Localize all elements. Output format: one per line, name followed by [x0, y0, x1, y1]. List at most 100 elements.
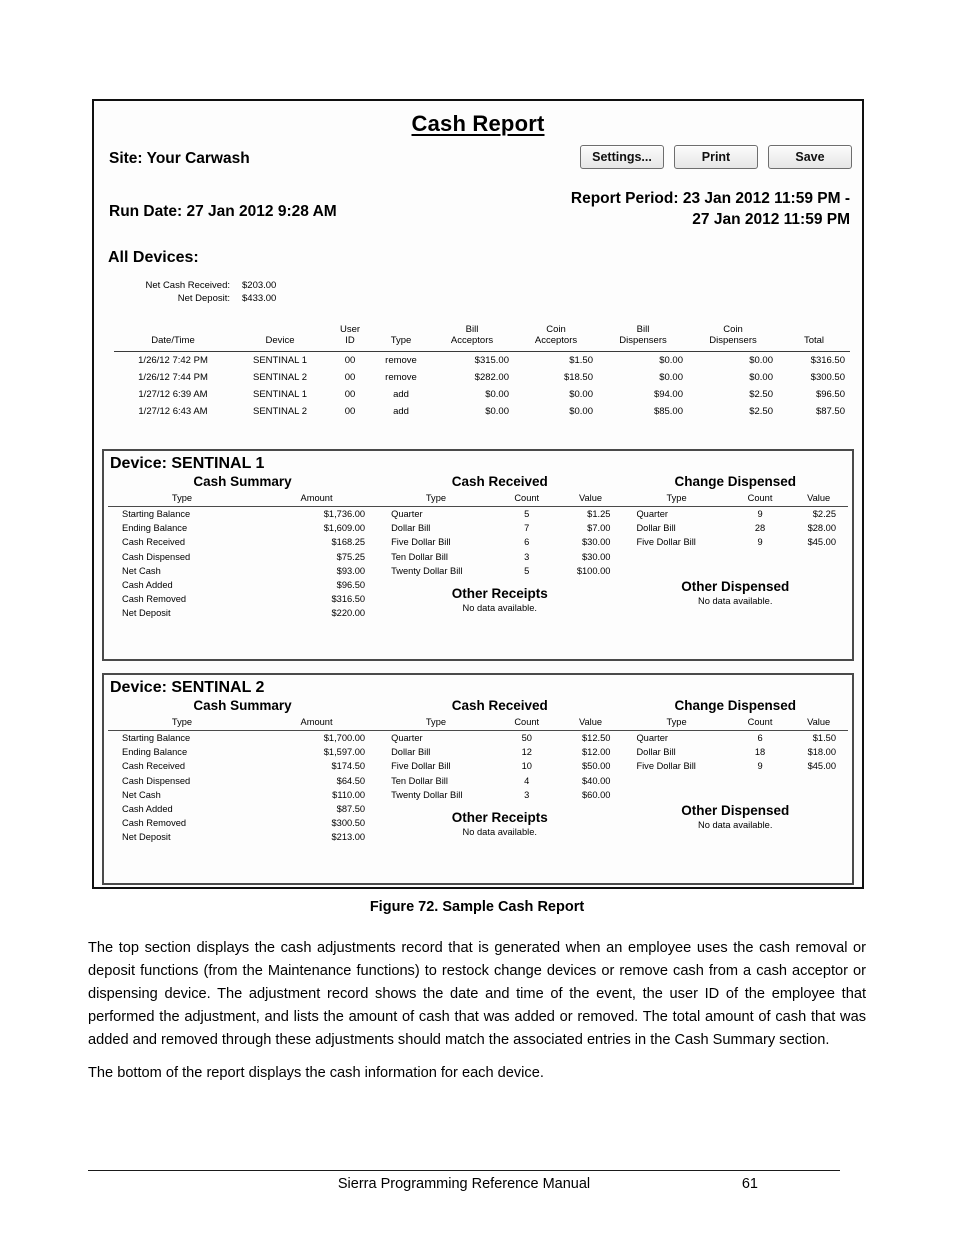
col-bill-dispensers-line2: Dispensers — [619, 334, 667, 346]
other-dispensed-heading: Other Dispensed — [681, 802, 790, 818]
received-value: $30.00 — [582, 537, 611, 548]
adjustment-bill-dispensers: $85.00 — [653, 405, 683, 417]
change-dispensed-col-type: Type — [622, 716, 731, 731]
table-row: Ten Dollar Bill 4 $40.00 — [377, 774, 622, 788]
adjustment-coin-dispensers: $2.50 — [749, 405, 773, 417]
cash-received-column: Cash Received Type Count Value Quarter 5 $… — [377, 474, 623, 621]
save-button[interactable]: Save — [768, 145, 852, 169]
report-period-line2: 27 Jan 2012 11:59 PM — [692, 210, 850, 228]
dispensed-count: 9 — [757, 537, 763, 548]
net-summary-body: Net Cash Received: $203.00 Net Deposit: … — [110, 279, 312, 305]
all-devices-heading: All Devices: — [108, 249, 199, 266]
print-button[interactable]: Print — [674, 145, 758, 169]
change-dispensed-col-type: Type — [622, 492, 731, 507]
cash-summary-col-type: Type — [108, 492, 256, 507]
other-dispensed-note: No data available. — [698, 595, 773, 606]
adjustment-coin-acceptors: $0.00 — [569, 388, 593, 400]
table-row: Cash Received $168.25 — [108, 535, 377, 549]
col-bill-dispensers: Bill Dispensers — [598, 323, 688, 352]
received-type: Dollar Bill — [391, 747, 431, 758]
received-value: $7.00 — [587, 523, 611, 534]
change-dispensed-column: Change Dispensed Type Count Value Quarte… — [622, 474, 848, 621]
footer-divider — [88, 1170, 840, 1171]
received-value: $50.00 — [582, 761, 611, 772]
adjustment-datetime: 1/26/12 7:42 PM — [138, 354, 208, 366]
change-dispensed-col-value: Value — [789, 716, 848, 731]
body-paragraph-2: The bottom of the report displays the ca… — [88, 1064, 544, 1081]
adjustment-bill-dispensers: $0.00 — [659, 354, 683, 366]
net-cash-received-value: $203.00 — [242, 280, 277, 291]
net-summary: Net Cash Received: $203.00 Net Deposit: … — [110, 279, 312, 305]
cash-summary-type: Starting Balance — [122, 733, 191, 744]
received-type: Ten Dollar Bill — [391, 551, 448, 562]
run-date: Run Date: 27 Jan 2012 9:28 AM — [109, 203, 337, 220]
cash-received-col-count: Count — [494, 492, 559, 507]
adjustments-table: Date/Time Device User ID Type Bill Accep… — [114, 323, 850, 420]
net-summary-row: Net Deposit: $433.00 — [110, 292, 312, 305]
col-bill-acceptors-line1: Bill — [465, 324, 479, 335]
change-dispensed-col-count: Count — [730, 716, 790, 731]
cash-summary-amount: $300.50 — [331, 818, 366, 829]
cash-received-heading: Cash Received — [451, 698, 548, 713]
adjustment-coin-acceptors: $18.50 — [563, 371, 593, 383]
adjustment-bill-dispensers: $0.00 — [659, 371, 683, 383]
table-row: 1/27/12 6:43 AM SENTINAL 2 00 add $0.00 $0.00… — [114, 403, 850, 420]
col-coin-dispensers-line1: Coin — [723, 324, 743, 335]
col-user-id-line1: User — [339, 324, 361, 335]
received-count: 3 — [524, 789, 530, 800]
adjustment-datetime: 1/27/12 6:43 AM — [138, 405, 208, 417]
cash-summary-body: Starting Balance $1,736.00 Ending Balance $… — [108, 507, 377, 621]
cash-summary-amount: $168.25 — [331, 537, 366, 548]
cash-summary-amount: $75.25 — [336, 551, 366, 562]
cash-summary-type: Ending Balance — [122, 747, 188, 758]
cash-summary-amount: $64.50 — [336, 775, 366, 786]
cash-summary-amount: $87.50 — [336, 804, 366, 815]
adjustment-coin-acceptors: $1.50 — [569, 354, 593, 366]
cash-received-table: Type Count Value Quarter 5 $1.25 Dollar Bil… — [377, 492, 623, 578]
body-text: The top section displays the cash adjust… — [88, 937, 866, 1094]
col-user-id-line2: ID — [345, 334, 355, 346]
received-value: $60.00 — [582, 789, 611, 800]
adjustment-total: $300.50 — [810, 371, 845, 383]
table-row: 1/26/12 7:42 PM SENTINAL 1 00 remove $315.00… — [114, 351, 850, 369]
cash-summary-type: Net Deposit — [122, 832, 171, 843]
settings-button[interactable]: Settings... — [580, 145, 664, 169]
device-panel: Device: SENTINAL 1 Cash Summary Type Amo… — [102, 449, 854, 661]
other-receipts-heading: Other Receipts — [451, 585, 548, 601]
table-row: Five Dollar Bill 6 $30.00 — [377, 535, 622, 549]
cash-received-col-value: Value — [558, 716, 623, 731]
adjustment-bill-acceptors: $315.00 — [474, 354, 509, 366]
footer-page-number: 61 — [741, 1176, 758, 1192]
received-value: $40.00 — [582, 775, 611, 786]
adjustment-device: SENTINAL 1 — [252, 354, 308, 366]
device-title: Device: SENTINAL 2 — [110, 679, 265, 696]
cash-received-col-count: Count — [494, 716, 559, 731]
table-row: Net Deposit $220.00 — [108, 606, 377, 620]
device-columns: Cash Summary Type Amount Starting Balanc… — [104, 474, 852, 621]
cash-received-body: Quarter 5 $1.25 Dollar Bill 7 $7.00 Five Dolla… — [377, 507, 622, 578]
change-dispensed-col-value: Value — [789, 492, 848, 507]
received-type: Dollar Bill — [391, 523, 431, 534]
table-row: 1/26/12 7:44 PM SENTINAL 2 00 remove $282.00… — [114, 369, 850, 386]
cash-summary-amount: $174.50 — [331, 761, 366, 772]
col-bill-acceptors-line2: Acceptors — [450, 334, 494, 346]
table-row: Cash Removed $316.50 — [108, 592, 377, 606]
dispensed-value: $18.00 — [807, 747, 836, 758]
received-type: Five Dollar Bill — [391, 537, 451, 548]
report-period-line1: Report Period: 23 Jan 2012 11:59 PM - — [570, 190, 850, 207]
cash-summary-type: Starting Balance — [122, 509, 191, 520]
received-count: 7 — [524, 523, 530, 534]
cash-summary-type: Cash Received — [122, 537, 186, 548]
adjustment-total: $87.50 — [815, 405, 845, 417]
table-row: Dollar Bill 12 $12.00 — [377, 745, 622, 759]
received-count: 5 — [524, 509, 530, 520]
col-user-id: User ID — [328, 323, 372, 352]
table-row: Twenty Dollar Bill 5 $100.00 — [377, 564, 622, 578]
adjustment-bill-acceptors: $282.00 — [474, 371, 509, 383]
table-row: Starting Balance $1,736.00 — [108, 507, 377, 522]
table-row: Ending Balance $1,597.00 — [108, 745, 377, 759]
cash-summary-amount: $110.00 — [332, 789, 366, 800]
adjustment-user-id: 00 — [344, 354, 356, 366]
other-receipts-heading: Other Receipts — [451, 809, 548, 825]
table-row: Cash Received $174.50 — [108, 759, 377, 773]
